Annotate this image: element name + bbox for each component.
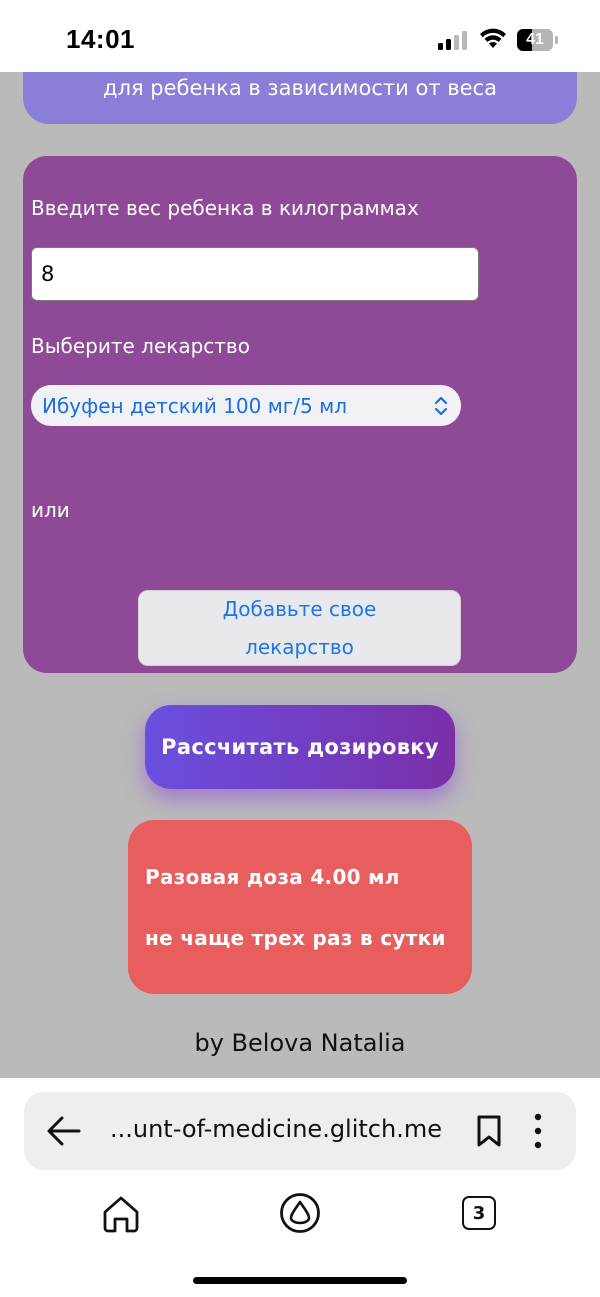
more-vertical-icon[interactable] bbox=[528, 1112, 548, 1150]
web-page[interactable]: для ребенка в зависимости от веса Введит… bbox=[0, 72, 600, 1078]
chevron-up-down-icon bbox=[434, 396, 448, 416]
home-icon[interactable] bbox=[101, 1194, 141, 1234]
add-medicine-button-label: Добавьте свое лекарство bbox=[222, 597, 377, 659]
bookmark-icon[interactable] bbox=[476, 1114, 502, 1148]
tabs-count: 3 bbox=[472, 1202, 486, 1224]
dosage-form: Введите вес ребенка в килограммах Выбери… bbox=[23, 156, 577, 673]
header-text: для ребенка в зависимости от веса bbox=[103, 76, 497, 100]
add-medicine-button[interactable]: Добавьте свое лекарство bbox=[138, 590, 461, 666]
status-time: 14:01 bbox=[66, 24, 135, 54]
battery-percentage: 41 bbox=[526, 31, 544, 48]
battery-icon: 41 bbox=[517, 29, 553, 51]
browser-toolbar: ...unt-of-medicine.glitch.me 3 bbox=[0, 1078, 600, 1297]
footer-author: by Belova Natalia bbox=[194, 1029, 406, 1057]
calculate-dosage-label: Рассчитать дозировку bbox=[161, 735, 439, 759]
header-card: для ребенка в зависимости от веса bbox=[23, 72, 577, 124]
medicine-select[interactable]: Ибуфен детский 100 мг/5 мл bbox=[31, 385, 461, 426]
medicine-label: Выберите лекарство bbox=[31, 334, 250, 358]
calculate-dosage-button[interactable]: Рассчитать дозировку bbox=[145, 705, 455, 789]
home-indicator[interactable] bbox=[193, 1277, 407, 1284]
or-text: или bbox=[31, 498, 70, 522]
battery-tip bbox=[555, 36, 558, 44]
result-dose: Разовая доза 4.00 мл bbox=[145, 865, 400, 889]
wifi-icon bbox=[480, 28, 506, 48]
back-arrow-icon[interactable] bbox=[46, 1114, 82, 1148]
result-frequency: не чаще трех раз в сутки bbox=[145, 926, 446, 950]
tabs-icon[interactable]: 3 bbox=[462, 1196, 496, 1230]
url-text[interactable]: ...unt-of-medicine.glitch.me bbox=[110, 1115, 442, 1143]
status-bar: 14:01 41 bbox=[0, 0, 600, 72]
weight-label: Введите вес ребенка в килограммах bbox=[31, 196, 419, 220]
medicine-select-value: Ибуфен детский 100 мг/5 мл bbox=[42, 393, 347, 418]
result-card: Разовая доза 4.00 мл не чаще трех раз в … bbox=[128, 820, 472, 994]
alice-assistant-icon[interactable] bbox=[279, 1192, 321, 1234]
cellular-signal-icon bbox=[438, 30, 468, 50]
address-bar[interactable]: ...unt-of-medicine.glitch.me bbox=[24, 1092, 576, 1170]
weight-input[interactable] bbox=[31, 247, 479, 301]
